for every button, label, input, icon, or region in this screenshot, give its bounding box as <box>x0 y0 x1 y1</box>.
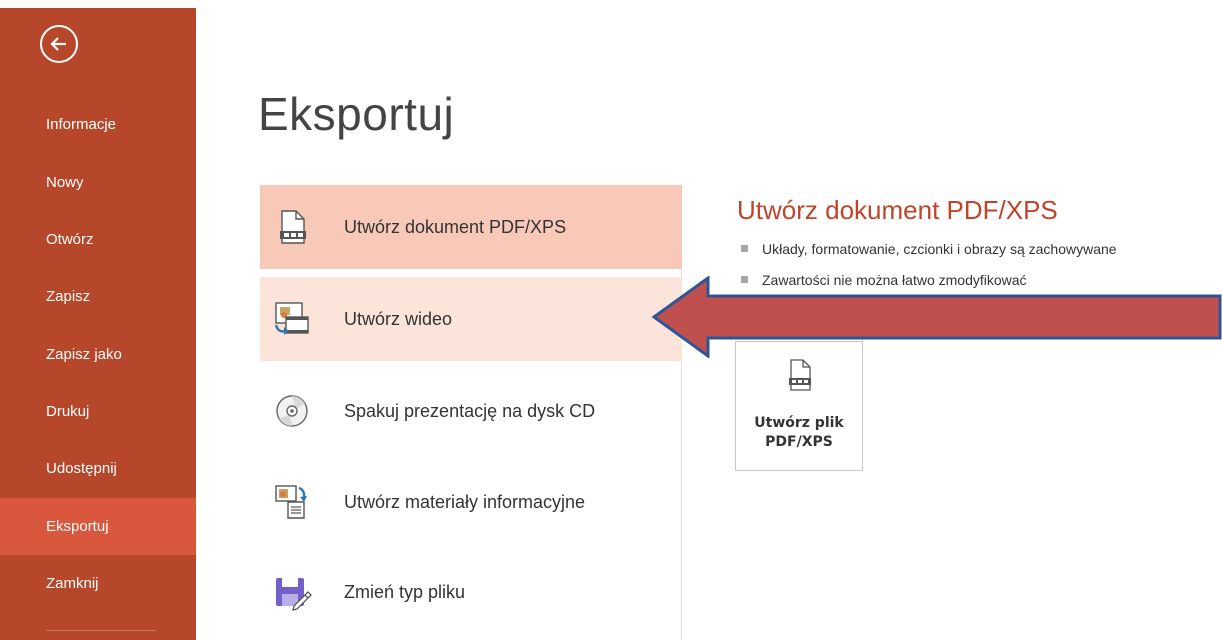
create-pdf-xps-button[interactable]: Utwórz plik PDF/XPS <box>735 341 863 471</box>
red-arrow-pointer <box>652 276 1222 358</box>
create-button-label: Utwórz plik PDF/XPS <box>754 415 844 450</box>
bullet-square-icon <box>741 245 748 252</box>
pdf-document-icon <box>785 358 815 403</box>
detail-bullet: Układy, formatowanie, czcionki i obrazy … <box>741 241 1117 257</box>
